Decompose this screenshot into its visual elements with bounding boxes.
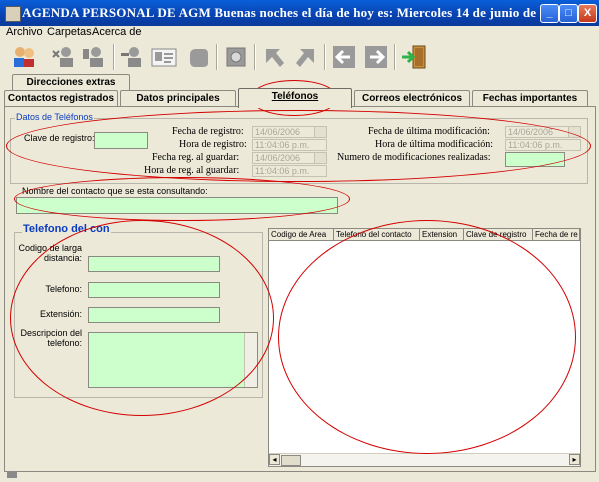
telefono-group-label: Telefono del con [22,223,111,235]
clave-registro-field[interactable] [94,132,148,149]
telefono-field[interactable] [88,282,220,298]
extension-field[interactable] [88,307,220,323]
maximize-button[interactable]: □ [559,4,578,23]
codigo-larga-distancia-field[interactable] [88,256,220,272]
column-header[interactable]: Telefono del contacto [334,229,420,241]
record-icon[interactable] [222,43,250,71]
fecha-registro-label: Fecha de registro: [172,126,244,137]
nombre-contacto-label: Nombre del contacto que se esta consulta… [22,186,208,196]
minimize-button[interactable]: _ [540,4,559,23]
tab-direcciones-extras[interactable]: Direcciones extras [12,74,130,91]
arrow-nw-icon[interactable] [260,43,288,71]
delete-contact-icon[interactable] [118,43,146,71]
hora-mod-field: 11:04:06 p.m. [505,139,581,151]
tab-correos-electronicos[interactable]: Correos electrónicos [354,90,470,107]
fecha-mod-label: Fecha de última modificación: [368,126,490,137]
menu-acerca-de[interactable]: Acerca de [92,26,142,38]
toolbar-separator [216,44,218,70]
datos-group-label: Datos de Teléfonos [15,112,94,122]
telefono-label: Telefono: [45,284,82,294]
descripcion-scrollbar[interactable] [244,333,257,387]
scroll-left-icon[interactable]: ◂ [269,454,280,465]
descripcion-label: Descripcion del telefono: [20,328,82,348]
num-modificaciones-field[interactable] [505,152,565,167]
contacts-icon[interactable] [10,43,38,71]
menu-bar: Archivo Carpetas Acerca de [0,26,599,40]
fecha-guardar-label: Fecha reg. al guardar: [152,152,240,163]
column-header[interactable]: Extension [420,229,464,241]
tab-datos-principales[interactable]: Datos principales [120,90,236,107]
extension-label: Extensión: [39,309,82,319]
toolbar-separator [394,44,396,70]
column-header[interactable]: Codigo de Area [269,229,334,241]
telefonos-grid[interactable]: Codigo de Area Telefono del contacto Ext… [268,228,581,467]
toolbar-separator [324,44,326,70]
add-contact-icon[interactable] [50,43,78,71]
hora-guardar-field: 11:04:06 p.m. [252,165,327,177]
menu-archivo[interactable]: Archivo [6,26,43,38]
nombre-contacto-field[interactable] [16,197,338,214]
grid-horizontal-scrollbar[interactable]: ◂ ▸ [269,453,580,466]
codigo-label: Codigo de larga distancia: [18,243,82,263]
tab-contactos-registrados[interactable]: Contactos registrados [4,90,118,107]
menu-carpetas[interactable]: Carpetas [47,26,92,38]
num-mod-label: Numero de modificaciones realizadas: [337,152,491,163]
close-button[interactable]: X [578,4,597,23]
edit-contact-icon[interactable] [80,43,108,71]
fecha-registro-field: 14/06/2006 [252,126,327,138]
hora-mod-label: Hora de última modificación: [375,139,494,150]
fist-icon[interactable] [184,43,212,71]
arrow-ne-icon[interactable] [292,43,320,71]
descripcion-telefono-field[interactable] [88,332,258,388]
toolbar-separator [113,44,115,70]
fecha-guardar-field: 14/06/2006 [252,152,327,164]
status-icon [6,470,18,479]
scroll-right-icon[interactable]: ▸ [569,454,580,465]
scroll-thumb[interactable] [281,455,301,466]
hora-registro-label: Hora de registro: [179,139,247,150]
hora-guardar-label: Hora de reg. al guardar: [144,165,240,176]
clave-label: Clave de registro: [24,133,95,143]
column-header[interactable]: Fecha de re [533,229,580,241]
card-icon[interactable] [150,43,178,71]
back-icon[interactable] [330,43,358,71]
window-title: AGENDA PERSONAL DE AGM Buenas noches el … [22,5,567,20]
app-icon [5,6,21,22]
hora-registro-field: 11:04:06 p.m. [252,139,327,151]
toolbar [0,41,599,73]
tab-fechas-importantes[interactable]: Fechas importantes [472,90,588,107]
tab-telefonos[interactable]: Teléfonos [238,88,352,108]
forward-icon[interactable] [362,43,390,71]
fecha-mod-field: 14/06/2006 [505,126,581,138]
exit-door-icon[interactable] [400,43,428,71]
column-header[interactable]: Clave de registro [464,229,533,241]
toolbar-separator [254,44,256,70]
title-bar: AGENDA PERSONAL DE AGM Buenas noches el … [0,0,599,26]
